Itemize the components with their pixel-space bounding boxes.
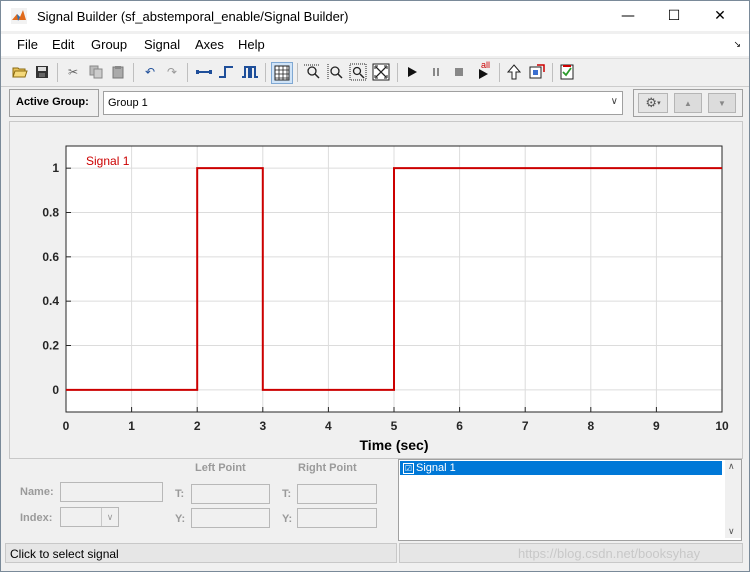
point-editor-area: Left Point Right Point Name: Index: ∨ T:…: [1, 459, 749, 543]
right-t-field[interactable]: [297, 484, 377, 504]
left-t-label: T:: [175, 488, 185, 500]
x-tick-label: 8: [587, 419, 594, 433]
signal-builder-window: Signal Builder (sf_abstemporal_enable/Si…: [0, 0, 750, 572]
model-icon[interactable]: [528, 63, 546, 81]
move-up-button[interactable]: ▲: [674, 93, 702, 113]
chevron-up-icon[interactable]: ∧: [728, 461, 735, 472]
y-tick-label: 0.8: [42, 206, 59, 220]
menu-edit[interactable]: Edit: [52, 37, 74, 52]
name-field[interactable]: [60, 482, 163, 502]
chevron-down-icon[interactable]: ∨: [728, 526, 735, 537]
triangle-up-icon: ▲: [684, 98, 692, 108]
status-message-box: Click to select signal: [5, 543, 397, 563]
menu-help[interactable]: Help: [238, 37, 265, 52]
gear-icon: ⚙: [645, 95, 658, 111]
list-item[interactable]: ☑ Signal 1: [400, 461, 722, 475]
signal-list: ☑ Signal 1 ∧ ∨: [398, 459, 742, 541]
toolbar: ✂ ↶ ↷ all: [1, 58, 749, 87]
maximize-button[interactable]: ☐: [651, 1, 697, 31]
right-point-heading: Right Point: [298, 462, 357, 474]
chevron-down-icon: ∨: [101, 508, 118, 526]
x-tick-label: 7: [522, 419, 529, 433]
x-axis-label: Time (sec): [360, 437, 429, 453]
right-y-field[interactable]: [297, 508, 377, 528]
menu-axes[interactable]: Axes: [195, 37, 224, 52]
y-tick-label: 0.4: [42, 294, 59, 308]
active-group-label-box: Active Group:: [9, 89, 99, 117]
active-group-select[interactable]: Group 1 ∨: [103, 91, 623, 115]
group-buttons: ⚙ ▾ ▲ ▼: [633, 89, 743, 117]
triangle-down-icon: ▼: [718, 98, 726, 108]
line-icon[interactable]: [195, 63, 213, 81]
stop-icon[interactable]: [450, 63, 468, 81]
x-tick-label: 6: [456, 419, 463, 433]
menu-overflow-icon[interactable]: ↘: [733, 39, 741, 50]
x-tick-label: 10: [715, 419, 729, 433]
play-icon[interactable]: [403, 63, 421, 81]
cut-icon[interactable]: ✂: [64, 63, 82, 81]
list-scrollbar[interactable]: ∧ ∨: [725, 460, 741, 538]
left-y-field[interactable]: [191, 508, 270, 528]
settings-button[interactable]: ⚙ ▾: [638, 93, 668, 113]
y-tick-label: 1: [52, 161, 59, 175]
step-icon[interactable]: [217, 63, 235, 81]
active-group-bar: Active Group: Group 1 ∨ ⚙ ▾ ▲ ▼: [7, 89, 743, 117]
menu-bar: File Edit Group Signal Axes Help ↘: [1, 34, 749, 56]
close-button[interactable]: ✕: [697, 1, 743, 31]
left-t-field[interactable]: [191, 484, 270, 504]
menu-group[interactable]: Group: [91, 37, 127, 52]
x-tick-label: 3: [259, 419, 266, 433]
move-down-button[interactable]: ▼: [708, 93, 736, 113]
x-tick-label: 9: [653, 419, 660, 433]
undo-icon[interactable]: ↶: [141, 63, 159, 81]
active-group-label: Active Group:: [16, 96, 89, 108]
y-tick-label: 0.2: [42, 339, 59, 353]
arrow-up-icon[interactable]: [505, 63, 523, 81]
fit-icon[interactable]: [372, 63, 390, 81]
verify-icon[interactable]: [558, 63, 576, 81]
index-label: Index:: [20, 512, 53, 524]
left-point-heading: Left Point: [195, 462, 246, 474]
status-message: Click to select signal: [10, 547, 119, 561]
x-tick-label: 2: [194, 419, 201, 433]
save-icon[interactable]: [33, 63, 51, 81]
minimize-button[interactable]: —: [605, 1, 651, 31]
watermark: https://blog.csdn.net/booksyhay: [518, 546, 701, 561]
zoom-y-icon[interactable]: [326, 63, 344, 81]
right-t-label: T:: [282, 488, 292, 500]
x-tick-label: 5: [391, 419, 398, 433]
right-y-label: Y:: [282, 513, 293, 525]
y-tick-label: 0.6: [42, 250, 59, 264]
chevron-down-icon: ∨: [610, 96, 618, 107]
zoom-x-icon[interactable]: [303, 63, 321, 81]
signal-plot[interactable]: 0 1 2 3 4 5 6 7 8 9 10 0 0.2 0.4 0.6 0.8 1 Time (sec) Sign…: [10, 122, 742, 458]
y-tick-label: 0: [52, 383, 59, 397]
pulse-icon[interactable]: [241, 63, 259, 81]
active-group-value: Group 1: [108, 97, 148, 109]
open-icon[interactable]: [11, 63, 29, 81]
x-tick-label: 1: [128, 419, 135, 433]
x-tick-label: 0: [63, 419, 70, 433]
series-label: Signal 1: [86, 154, 130, 168]
grid-toggle-icon[interactable]: [271, 62, 293, 84]
menu-signal[interactable]: Signal: [144, 37, 180, 52]
play-all-badge: all: [481, 60, 491, 70]
paste-icon[interactable]: [109, 63, 127, 81]
title-bar: Signal Builder (sf_abstemporal_enable/Si…: [1, 1, 749, 31]
signal-item-label: Signal 1: [416, 462, 456, 474]
signal-checkbox[interactable]: ☑: [403, 463, 414, 474]
menu-file[interactable]: File: [17, 37, 38, 52]
window-title: Signal Builder (sf_abstemporal_enable/Si…: [37, 9, 349, 24]
redo-icon[interactable]: ↷: [163, 63, 181, 81]
x-tick-label: 4: [325, 419, 332, 433]
index-combo[interactable]: ∨: [60, 507, 119, 527]
pause-icon[interactable]: [427, 63, 445, 81]
plot-panel: 0 1 2 3 4 5 6 7 8 9 10 0 0.2 0.4 0.6 0.8 1 Time (sec) Sign…: [9, 121, 743, 459]
copy-icon[interactable]: [87, 63, 105, 81]
play-all-icon[interactable]: all: [472, 60, 494, 81]
name-label: Name:: [20, 486, 54, 498]
zoom-xy-icon[interactable]: [349, 63, 367, 81]
matlab-app-icon: [11, 8, 27, 24]
left-y-label: Y:: [175, 513, 186, 525]
